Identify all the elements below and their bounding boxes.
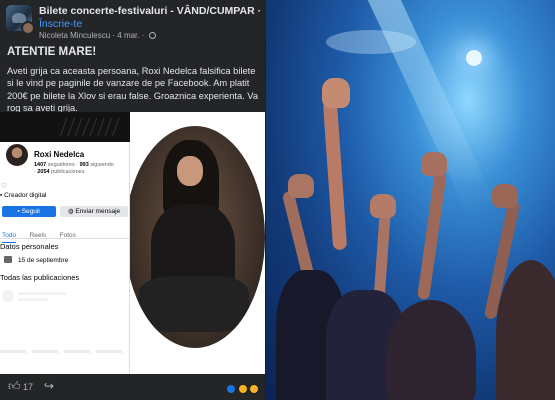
globe-icon [148, 32, 156, 39]
separator: · [141, 31, 147, 40]
photo-subject-face [177, 156, 203, 186]
cover-photo [0, 112, 130, 142]
raised-arm [322, 99, 348, 251]
follow-label: Seguir [21, 208, 41, 215]
concert-crowd-photo [266, 0, 555, 400]
raised-arm [417, 169, 447, 301]
raised-hand [370, 194, 396, 218]
crowd-person [386, 300, 476, 400]
creator-row: ▪ Creador digital [0, 192, 46, 199]
author-name[interactable]: Nicoleta Minculescu [39, 31, 110, 40]
stage-light [326, 30, 416, 54]
posts-count: 2054 [37, 169, 50, 175]
profile-picture [4, 142, 30, 168]
group-name[interactable]: Bilete concerte-festivaluri - VÂND/CUMPA… [39, 5, 261, 17]
divider [0, 238, 130, 239]
cake-icon [4, 256, 12, 263]
following-count: 993 [79, 162, 89, 168]
followers-label: seguidores · [47, 162, 79, 168]
attached-screenshot[interactable]: Roxi Nedelca 1407 seguidores · 993 sigui… [0, 112, 265, 374]
profile-photo-panel [130, 112, 265, 374]
message-button: ◍ Enviar mensaje [60, 206, 128, 217]
post-body: Aveti grija ca aceasta persoana, Roxi Ne… [7, 66, 258, 114]
heart-icon: ♡ [1, 183, 8, 190]
tab-reels: Reels [29, 232, 47, 239]
join-group-link[interactable]: Înscrie-te [39, 18, 82, 30]
crowd-person [496, 260, 555, 400]
thumbs-up-icon[interactable]: 👍︎ [8, 380, 21, 393]
raised-hand [492, 184, 518, 208]
tab-photos: Fotos [59, 232, 76, 239]
followers-count: 1407 [34, 162, 47, 168]
all-posts-title: Todas las publicaciones [0, 273, 80, 282]
profile-tabs: Todo Reels Fotos [2, 224, 128, 243]
crowd [266, 78, 555, 400]
loading-placeholder [0, 350, 130, 353]
profile-card: Roxi Nedelca 1407 seguidores · 993 sigui… [0, 112, 130, 374]
posts-label: publicaciones [51, 169, 85, 175]
author-avatar[interactable] [21, 21, 35, 35]
raised-hand [322, 78, 350, 108]
post-date[interactable]: 4 mar. [117, 31, 139, 40]
raised-hand [421, 152, 447, 176]
personal-info-title: Datos personales [0, 242, 59, 251]
loading-placeholder [18, 298, 48, 301]
reactions-bar: 👍︎ 17 ↪ [0, 374, 265, 400]
birthday-value: 15 de septiembre [18, 257, 69, 264]
photo-subject-legs [139, 276, 249, 332]
like-reaction-icon [226, 384, 237, 394]
like-count[interactable]: 17 [23, 382, 33, 392]
raised-hand [288, 174, 314, 198]
loading-placeholder [18, 292, 66, 295]
reaction-emojis[interactable] [226, 381, 259, 394]
message-label: Enviar mensaje [75, 208, 121, 215]
facebook-post: Bilete concerte-festivaluri - VÂND/CUMPA… [0, 0, 265, 400]
wow-reaction-icon [249, 384, 259, 394]
post-title: ATENTIE MARE! [7, 46, 97, 58]
following-label: siguiendo [90, 162, 114, 168]
creator-label: Creador digital [4, 192, 47, 199]
loading-placeholder [2, 290, 14, 302]
profile-photo [130, 126, 265, 348]
post-header: Bilete concerte-festivaluri - VÂND/CUMPA… [0, 0, 265, 42]
follow-button: ▪ Seguir [2, 206, 56, 217]
stage-light [466, 50, 482, 66]
share-icon[interactable]: ↪ [44, 380, 54, 393]
haha-reaction-icon [237, 384, 248, 394]
birthday-row: 15 de septiembre [4, 256, 68, 264]
profile-name: Roxi Nedelca [34, 150, 85, 159]
profile-stats: 1407 seguidores · 993 siguiendo · 2054 p… [34, 162, 130, 176]
author-line: Nicoleta Minculescu · 4 mar. · [39, 31, 156, 40]
